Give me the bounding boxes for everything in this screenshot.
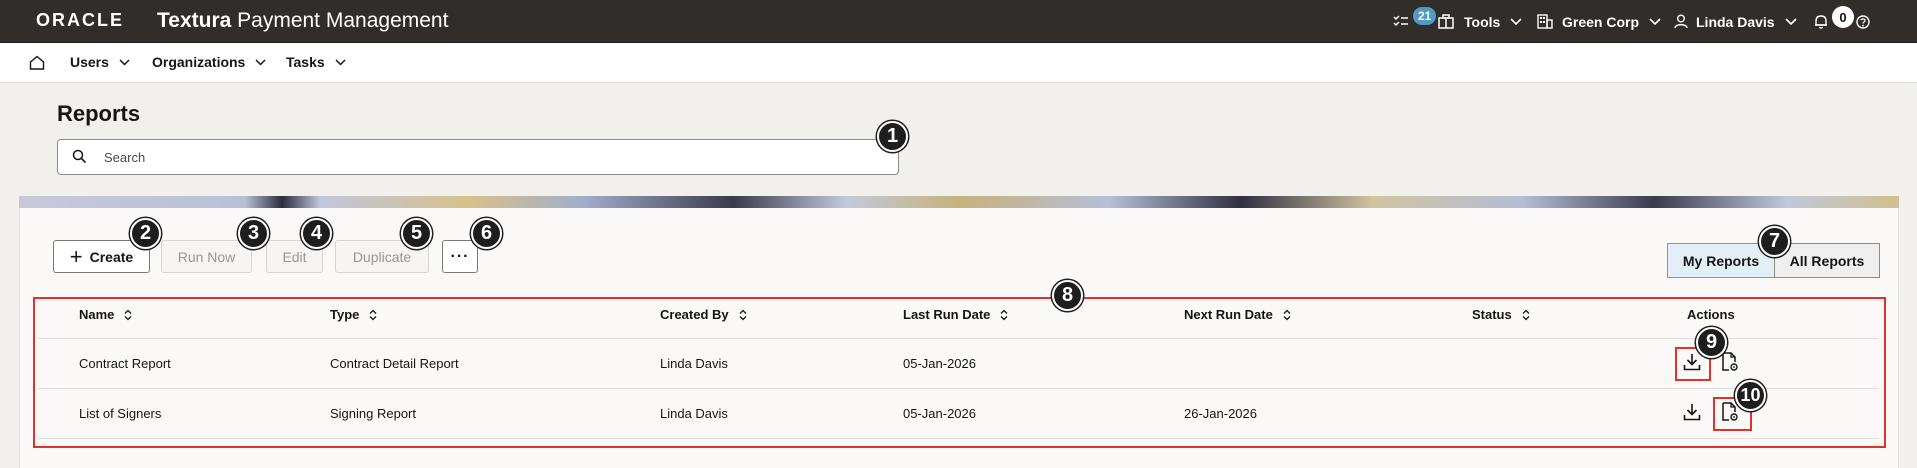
callout-3: 3 [238,218,269,249]
home-button[interactable] [29,55,45,70]
search-icon [72,149,87,164]
download-icon[interactable] [1683,353,1701,371]
table-divider [37,338,1879,339]
callout-10: 10 [1735,380,1766,411]
tools-menu[interactable]: Tools [1438,0,1522,43]
cell-last-run-date: 05-Jan-2026 [903,406,976,421]
callout-7: 7 [1759,226,1790,257]
cell-last-run-date: 05-Jan-2026 [903,356,976,371]
tools-label: Tools [1464,13,1501,30]
nav-organizations-label: Organizations [152,54,246,70]
help-icon [1856,14,1870,29]
view-report-icon[interactable] [1721,402,1739,422]
callout-1: 1 [877,121,908,152]
task-list-icon [1393,14,1408,26]
callout-6: 6 [471,218,502,249]
user-menu[interactable]: Linda Davis [1674,0,1797,43]
view-report-icon[interactable] [1721,352,1739,372]
organization-label: Green Corp [1562,13,1640,30]
cell-name: List of Signers [79,406,162,421]
home-icon [29,55,45,70]
callout-5: 5 [401,218,432,249]
my-reports-toggle[interactable]: My Reports [1667,243,1775,278]
chevron-down-icon [1510,17,1522,25]
sort-icon [369,309,377,320]
tasks-count-badge: 21 [1413,7,1437,25]
column-header-created-by[interactable]: Created By [660,307,747,322]
column-header-last-run-date[interactable]: Last Run Date [903,307,1008,322]
all-reports-toggle[interactable]: All Reports [1774,243,1880,278]
sort-icon [739,309,747,320]
chevron-down-icon [255,58,266,66]
column-header-actions: Actions [1687,307,1735,322]
column-header-name[interactable]: Name [79,307,132,322]
app-title: Textura Payment Management [157,9,449,32]
column-header-status[interactable]: Status [1472,307,1530,322]
plus-icon: + [69,243,83,269]
chevron-down-icon [1785,17,1797,25]
nav-users-label: Users [70,54,109,70]
notifications-button[interactable] [1814,0,1828,43]
sort-icon [1000,309,1008,320]
cell-type: Signing Report [330,406,416,421]
search-field[interactable] [57,139,899,175]
column-header-next-run-date[interactable]: Next Run Date [1184,307,1291,322]
sort-icon [1283,309,1291,320]
run-now-button[interactable]: Run Now [161,240,252,273]
help-button[interactable] [1856,0,1870,43]
download-icon[interactable] [1683,403,1701,421]
notifications-count-badge: 0 [1832,6,1854,28]
create-label: Create [89,248,134,265]
page-title: Reports [57,101,141,126]
table-divider [37,438,1879,439]
callout-9: 9 [1696,327,1727,358]
column-header-type[interactable]: Type [330,307,377,322]
nav-tasks[interactable]: Tasks [286,54,346,70]
chevron-down-icon [1649,17,1661,25]
callout-2: 2 [130,218,161,249]
cell-type: Contract Detail Report [330,356,459,371]
bell-icon [1815,15,1827,29]
table-divider [37,388,1879,389]
more-actions-button[interactable]: ··· [442,240,478,273]
user-icon [1674,14,1688,29]
decorative-banner [19,196,1899,208]
oracle-logo: ORACLE [36,10,124,30]
user-name: Linda Davis [1696,13,1775,30]
cell-next-run-date: 26-Jan-2026 [1184,406,1257,421]
chevron-down-icon [335,58,346,66]
search-input[interactable] [102,142,882,172]
callout-4: 4 [301,218,332,249]
sort-icon [124,309,132,320]
cell-created-by: Linda Davis [660,406,728,421]
toolbox-icon [1438,14,1454,29]
cell-created-by: Linda Davis [660,356,728,371]
cell-name: Contract Report [79,356,171,371]
nav-tasks-label: Tasks [286,54,325,70]
sort-icon [1522,309,1530,320]
nav-organizations[interactable]: Organizations [152,54,266,70]
callout-8: 8 [1052,280,1083,311]
chevron-down-icon [119,58,130,66]
nav-users[interactable]: Users [70,54,130,70]
tasks-button[interactable] [1393,0,1409,43]
organization-menu[interactable]: Green Corp [1537,0,1661,43]
building-icon [1537,14,1553,29]
